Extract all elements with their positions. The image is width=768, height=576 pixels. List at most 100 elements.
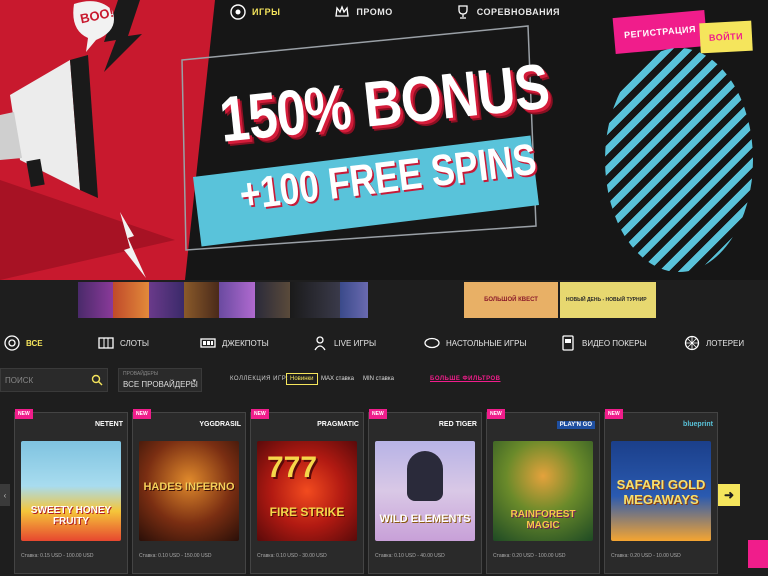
game-title: SWEETY HONEY FRUITY — [30, 505, 112, 527]
register-button[interactable]: РЕГИСТРАЦИЯ — [612, 10, 708, 54]
chip-max-bet[interactable]: MAX ставка — [318, 373, 357, 385]
game-card[interactable]: NEW RED TIGER WILD ELEMENTS Ставка: 0.10… — [368, 409, 482, 574]
new-badge: NEW — [487, 409, 505, 419]
bet-range: Ставка: 0.10 USD - 150.00 USD — [139, 553, 212, 559]
character-graphic — [407, 451, 443, 501]
category-jackpots-label: ДЖЕКПОТЫ — [222, 338, 269, 348]
category-bar: ВСЕ СЛОТЫ ДЖЕКПОТЫ LIVE ИГРЫ НАСТОЛЬНЫЕ … — [0, 328, 768, 358]
category-lottery-label: ЛОТЕРЕИ — [706, 338, 745, 348]
slots-icon — [98, 337, 114, 349]
bet-range: Ставка: 0.15 USD - 100.00 USD — [21, 553, 94, 559]
nav-games[interactable]: ИГРЫ — [230, 4, 280, 20]
bet-range: Ставка: 0.20 USD - 10.00 USD — [611, 553, 681, 559]
game-card[interactable]: NEW PRAGMATIC 777 FIRE STRIKE Ставка: 0.… — [250, 409, 364, 574]
collection-label: КОЛЛЕКЦИЯ ИГР: — [230, 376, 289, 382]
main-nav: ИГРЫ ПРОМО СОРЕВНОВАНИЯ — [230, 0, 560, 24]
support-chat-button[interactable] — [748, 540, 768, 568]
game-thumbnail[interactable]: SAFARI GOLD MEGAWAYS — [611, 441, 711, 541]
promo-thumb[interactable] — [113, 282, 149, 318]
search-input[interactable]: ПОИСК — [0, 368, 108, 392]
promo-thumb[interactable] — [184, 282, 220, 318]
nav-tournaments-label: СОРЕВНОВАНИЯ — [476, 7, 561, 17]
provider-caption: ПРОВАЙДЕРЫ — [123, 371, 159, 377]
arrow-right-icon: ➜ — [723, 488, 735, 502]
all-games-icon — [4, 335, 20, 351]
category-live-label: LIVE ИГРЫ — [334, 338, 377, 348]
bet-range: Ставка: 0.10 USD - 30.00 USD — [257, 553, 327, 559]
category-jackpots[interactable]: ДЖЕКПОТЫ — [200, 335, 269, 351]
jackpot-icon — [200, 338, 216, 348]
game-card[interactable]: NEW YGGDRASIL HADES INFERNO Ставка: 0.10… — [132, 409, 246, 574]
category-all[interactable]: ВСЕ — [4, 335, 43, 351]
provider-logo: PRAGMATIC — [317, 421, 359, 428]
new-badge: NEW — [15, 409, 33, 419]
promo-thumb[interactable] — [219, 282, 255, 318]
game-card[interactable]: NEW blueprint SAFARI GOLD MEGAWAYS Ставк… — [604, 409, 718, 574]
bet-range: Ставка: 0.20 USD - 100.00 USD — [493, 553, 566, 559]
game-card[interactable]: NEW NETENT SWEETY HONEY FRUITY Ставка: 0… — [14, 409, 128, 574]
lottery-icon — [684, 335, 700, 351]
game-thumbnail[interactable]: HADES INFERNO — [139, 441, 239, 541]
provider-logo: RED TIGER — [438, 421, 477, 428]
game-title: SAFARI GOLD MEGAWAYS — [616, 477, 706, 507]
nav-promo[interactable]: ПРОМО — [334, 4, 392, 20]
category-slots[interactable]: СЛОТЫ — [98, 335, 149, 351]
nav-tournaments[interactable]: СОРЕВНОВАНИЯ — [455, 4, 560, 20]
category-live[interactable]: LIVE ИГРЫ — [312, 335, 376, 351]
game-title: HADES INFERNO — [143, 481, 235, 493]
table-games-icon — [424, 337, 440, 349]
promo-thumb[interactable] — [254, 282, 291, 318]
category-video-poker-label: ВИДЕО ПОКЕРЫ — [582, 338, 647, 348]
crown-icon — [335, 5, 350, 17]
live-dealer-icon — [314, 336, 326, 351]
chip-new[interactable]: Новинки — [286, 373, 318, 385]
game-thumbnail[interactable]: 777 FIRE STRIKE — [257, 441, 357, 541]
bonus-offer[interactable]: 150% BONUS +100 FREE SPINS — [180, 28, 552, 256]
carousel-next-button[interactable]: ➜ — [718, 484, 740, 506]
game-thumbnail[interactable]: SWEETY HONEY FRUITY — [21, 441, 121, 541]
provider-logo: YGGDRASIL — [199, 421, 241, 428]
new-badge: NEW — [605, 409, 623, 419]
promo-thumb[interactable] — [339, 282, 368, 318]
games-grid: NEW NETENT SWEETY HONEY FRUITY Ставка: 0… — [0, 408, 768, 576]
new-badge: NEW — [369, 409, 387, 419]
provider-select[interactable]: ПРОВАЙДЕРЫ ВСЕ ПРОВАЙДЕРЫ ▾ — [118, 368, 202, 392]
game-card[interactable]: NEW PLAY'N GO RAINFOREST MAGIC Ставка: 0… — [486, 409, 600, 574]
chevron-down-icon: ▾ — [192, 378, 196, 385]
search-icon[interactable] — [91, 374, 103, 386]
new-badge: NEW — [133, 409, 151, 419]
promo-thumb[interactable] — [148, 282, 185, 318]
bet-range: Ставка: 0.10 USD - 40.00 USD — [375, 553, 445, 559]
game-title: WILD ELEMENTS — [379, 513, 471, 525]
nav-games-label: ИГРЫ — [252, 7, 281, 17]
game-thumbnail[interactable]: WILD ELEMENTS — [375, 441, 475, 541]
sevens-graphic: 777 — [267, 451, 318, 484]
category-lottery[interactable]: ЛОТЕРЕИ — [684, 335, 744, 351]
bonus-headline: 150% BONUS — [216, 49, 553, 156]
chevron-left-icon: ‹ — [3, 490, 7, 500]
category-video-poker[interactable]: ВИДЕО ПОКЕРЫ — [560, 335, 647, 351]
chip-min-bet[interactable]: MIN ставка — [360, 373, 397, 385]
promo-banner-strip-left[interactable] — [78, 282, 368, 318]
more-filters-link[interactable]: БОЛЬШЕ ФИЛЬТРОВ — [430, 376, 501, 382]
provider-value: ВСЕ ПРОВАЙДЕРЫ — [123, 380, 198, 389]
game-title: FIRE STRIKE — [269, 505, 345, 519]
hero-banner[interactable]: BOO! ИГРЫ ПРОМО СОРЕВНОВАНИЯ РЕГИСТРАЦИЯ… — [0, 0, 768, 280]
provider-logo: PLAY'N GO — [556, 421, 595, 429]
game-title: RAINFOREST MAGIC — [510, 509, 576, 531]
promo-thumb[interactable] — [78, 282, 114, 318]
carousel-prev-button[interactable]: ‹ — [0, 484, 10, 506]
category-table-label: НАСТОЛЬНЫЕ ИГРЫ — [446, 338, 527, 348]
provider-logo: NETENT — [95, 421, 123, 428]
login-button[interactable]: ВОЙТИ — [699, 20, 753, 54]
promo-banner-tournament[interactable]: НОВЫЙ ДЕНЬ - НОВЫЙ ТУРНИР — [560, 282, 656, 318]
striped-circle-decoration — [605, 48, 753, 272]
casino-page: BOO! ИГРЫ ПРОМО СОРЕВНОВАНИЯ РЕГИСТРАЦИЯ… — [0, 0, 768, 576]
filters-bar: ПОИСК ПРОВАЙДЕРЫ ВСЕ ПРОВАЙДЕРЫ ▾ КОЛЛЕК… — [0, 366, 768, 394]
category-table[interactable]: НАСТОЛЬНЫЕ ИГРЫ — [424, 335, 527, 351]
promo-banner-quest[interactable]: БОЛЬШОЙ КВЕСТ — [464, 282, 558, 318]
category-all-label: ВСЕ — [26, 338, 43, 348]
promo-thumb[interactable] — [290, 282, 340, 318]
game-thumbnail[interactable]: RAINFOREST MAGIC — [493, 441, 593, 541]
search-placeholder: ПОИСК — [5, 375, 34, 385]
